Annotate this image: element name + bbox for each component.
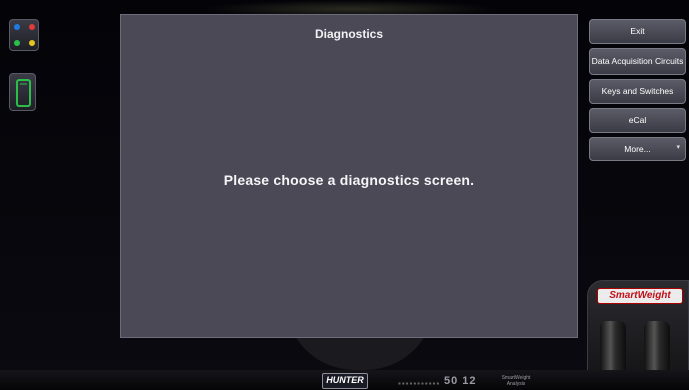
smartweight-logo: SmartWeight <box>597 288 683 304</box>
red-dot-icon <box>29 24 35 30</box>
blue-dot-icon <box>14 24 20 30</box>
instruction-message: Please choose a diagnostics screen. <box>223 172 475 188</box>
chevron-down-icon: ▾ <box>676 144 680 151</box>
exit-button[interactable]: Exit <box>589 19 686 44</box>
smartweight-analysis-label: SmartWeight Analysis <box>501 375 531 387</box>
keys-and-switches-button[interactable]: Keys and Switches <box>589 79 686 104</box>
data-acquisition-circuits-button[interactable]: Data Acquisition Circuits <box>589 48 686 75</box>
yellow-dot-icon <box>29 40 35 46</box>
vehicle-overview-icon[interactable] <box>9 19 39 51</box>
green-dot-icon <box>14 40 20 46</box>
ecal-label: eCal <box>628 115 647 126</box>
progress-ticker: ▪▪▪▪▪▪▪▪▪▪▪ <box>398 379 441 388</box>
page-title: Diagnostics <box>314 27 383 41</box>
diagnostics-panel: Diagnostics Please choose a diagnostics … <box>120 14 578 338</box>
exit-button-label: Exit <box>630 26 645 37</box>
weight-readout: 50 12 <box>444 375 477 387</box>
keys-and-switches-label: Keys and Switches <box>601 86 674 97</box>
data-acquisition-circuits-label: Data Acquisition Circuits <box>591 56 684 67</box>
device-glyph-icon <box>16 79 31 107</box>
more-label: More... <box>624 143 651 154</box>
ecal-button[interactable]: eCal <box>589 108 686 133</box>
hunter-logo: HUNTER <box>322 373 368 389</box>
more-button[interactable]: More... ▾ <box>589 137 686 161</box>
phone-device-icon[interactable] <box>9 73 36 111</box>
smartweight-widget[interactable]: SmartWeight <box>587 280 689 383</box>
